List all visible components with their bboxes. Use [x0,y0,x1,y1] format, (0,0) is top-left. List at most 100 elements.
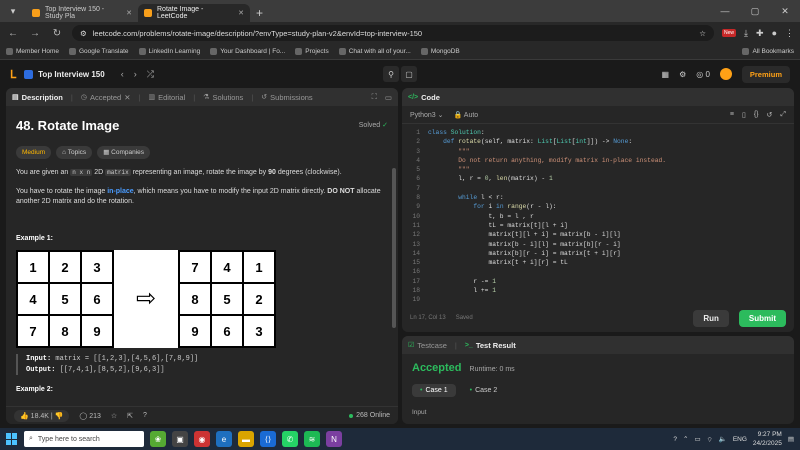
maximize-icon[interactable]: ⛶ [372,92,377,102]
help-tray-icon[interactable]: ? [673,436,677,443]
chrome-icon[interactable]: ◉ [194,431,210,447]
chevron-up-icon[interactable]: ⌃ [683,435,688,443]
vscode-icon[interactable]: ⟨⟩ [260,431,276,447]
back-icon[interactable]: ← [6,28,20,39]
bookmark-item[interactable]: MongoDB [420,48,460,55]
tab-search-icon[interactable]: ▾ [0,0,26,22]
fullscreen-icon[interactable]: ⤢ [780,111,786,119]
code-line[interactable]: 15 matrix[t + i][r] = tL [402,258,794,267]
like-button[interactable]: 👍 18.4K | 👎 [14,409,70,422]
url-input[interactable]: ⚙ leetcode.com/problems/rotate-image/des… [72,25,715,41]
help-icon[interactable]: ? [143,412,147,419]
code-line[interactable]: 7 [402,184,794,193]
tab-test-result[interactable]: >_ Test Result [465,341,516,350]
site-info-icon[interactable]: ⚙ [80,29,87,38]
topics-tag[interactable]: ⌂ Topics [56,145,93,160]
debugger-icon[interactable]: ⚲ [383,66,399,82]
auto-toggle[interactable]: 🔒 Auto [454,111,479,119]
code-line[interactable]: 8 while l < r: [402,193,794,202]
file-explorer-icon[interactable]: ▬ [238,431,254,447]
case-1-tab[interactable]: • Case 1 [412,384,456,397]
windows-start-icon[interactable] [6,433,18,445]
layout-icon[interactable]: ▦ [662,70,670,79]
shuffle-icon[interactable]: ⤮ [147,69,154,80]
code-line[interactable]: 6 l, r = 0, len(matrix) - 1 [402,174,794,183]
tab-editorial[interactable]: ▥ Editorial [148,93,185,102]
share-icon[interactable]: ⇱ [127,412,133,420]
format-icon[interactable]: ≡ [730,111,734,119]
bookmark-item[interactable]: Your Dashboard | Fo... [210,48,285,55]
widgets-icon[interactable]: ❀ [150,431,166,447]
code-line[interactable]: 16 [402,267,794,276]
page-title[interactable]: 48. Rotate Image [16,116,119,136]
comments-button[interactable]: ◯ 213 [79,412,100,420]
spotify-icon[interactable]: ≋ [304,431,320,447]
maximize-icon[interactable]: ▢ [740,0,770,22]
bookmark-item[interactable]: Chat with all of your... [338,48,411,55]
whatsapp-icon[interactable]: ✆ [282,431,298,447]
code-line[interactable]: 1 class Solution: [402,128,794,137]
forward-icon[interactable]: → [28,28,42,39]
edge-icon[interactable]: e [216,431,232,447]
bookmark-item[interactable]: LinkedIn Learning [138,48,200,55]
notes-icon[interactable]: ▢ [401,66,417,82]
bookmark-item[interactable]: Projects [295,48,329,55]
wifi-icon[interactable]: ⌔ [707,435,713,444]
language-select[interactable]: Python3 ⌄ [410,111,444,119]
settings-icon[interactable]: ⚙ [679,70,686,79]
close-icon[interactable]: ✕ [126,9,132,17]
task-view-icon[interactable]: ▣ [172,431,188,447]
extensions-icon[interactable]: ✚ [756,28,764,39]
coins-counter[interactable]: ◎ 0 [696,70,710,79]
submit-button[interactable]: Submit [738,309,786,327]
battery-icon[interactable]: ▭ [694,435,700,443]
case-2-tab[interactable]: • Case 2 [462,384,506,397]
tab-testcase[interactable]: ☑ Testcase [408,341,447,350]
reload-icon[interactable]: ↻ [50,28,64,39]
close-icon[interactable]: ✕ [124,93,130,102]
code-line[interactable]: 4 Do not return anything, modify matrix … [402,156,794,165]
profile-icon[interactable]: ● [772,28,777,38]
braces-icon[interactable]: {} [754,111,759,119]
prev-problem-icon[interactable]: ‹ [121,69,124,80]
code-line[interactable]: 11 tL = matrix[t][l + i] [402,221,794,230]
all-bookmarks[interactable]: All Bookmarks [742,48,794,55]
onenote-icon[interactable]: N [326,431,342,447]
code-line[interactable]: 13 matrix[b - i][l] = matrix[b][r - i] [402,240,794,249]
browser-tab-study-plan[interactable]: Top Interview 150 - Study Pla ✕ [26,4,138,22]
avatar[interactable] [719,68,732,80]
code-line[interactable]: 14 matrix[b][r - i] = matrix[t + i][r] [402,249,794,258]
notifications-icon[interactable]: ▤ [788,435,794,443]
code-line[interactable]: 18 l += 1 [402,286,794,295]
code-line[interactable]: 2 def rotate(self, matrix: List[List[int… [402,137,794,146]
scrollbar[interactable] [392,168,396,328]
menu-icon[interactable]: ⋮ [785,28,794,39]
bookmark-star-icon[interactable]: ☆ [699,29,706,38]
volume-icon[interactable]: 🔈 [719,435,727,443]
code-tab[interactable]: </> Code [408,93,440,102]
in-place-link[interactable]: in-place [107,188,133,195]
run-button[interactable]: Run [693,309,729,327]
collapse-icon[interactable]: ▭ [385,93,392,102]
clock[interactable]: 9:27 PM 24/2/2025 [753,430,782,448]
code-line[interactable]: 12 matrix[t][l + i] = matrix[b - i][l] [402,230,794,239]
premium-button[interactable]: Premium [741,65,790,83]
new-tab-button[interactable]: + [250,4,269,22]
bookmark-item[interactable]: Member Home [6,48,59,55]
reset-icon[interactable]: ↺ [767,111,773,119]
tab-solutions[interactable]: ⚗ Solutions [203,93,243,102]
code-line[interactable]: 3 """ [402,147,794,156]
language-indicator[interactable]: ENG [733,436,747,443]
bookmark-icon[interactable]: ▯ [742,111,746,119]
minimize-icon[interactable]: — [710,0,740,22]
code-line[interactable]: 9 for i in range(r - l): [402,202,794,211]
companies-tag[interactable]: ▦ Companies [97,145,151,160]
star-icon[interactable]: ☆ [111,412,117,420]
code-line[interactable]: 10 t, b = l , r [402,212,794,221]
close-window-icon[interactable]: ✕ [770,0,800,22]
leetcode-logo-icon[interactable]: ᒪ [10,68,16,81]
download-icon[interactable]: ⤓ [744,28,748,39]
close-icon[interactable]: ✕ [238,9,244,17]
browser-tab-rotate-image[interactable]: Rotate Image - LeetCode ✕ [138,4,250,22]
code-line[interactable]: 5 """ [402,165,794,174]
